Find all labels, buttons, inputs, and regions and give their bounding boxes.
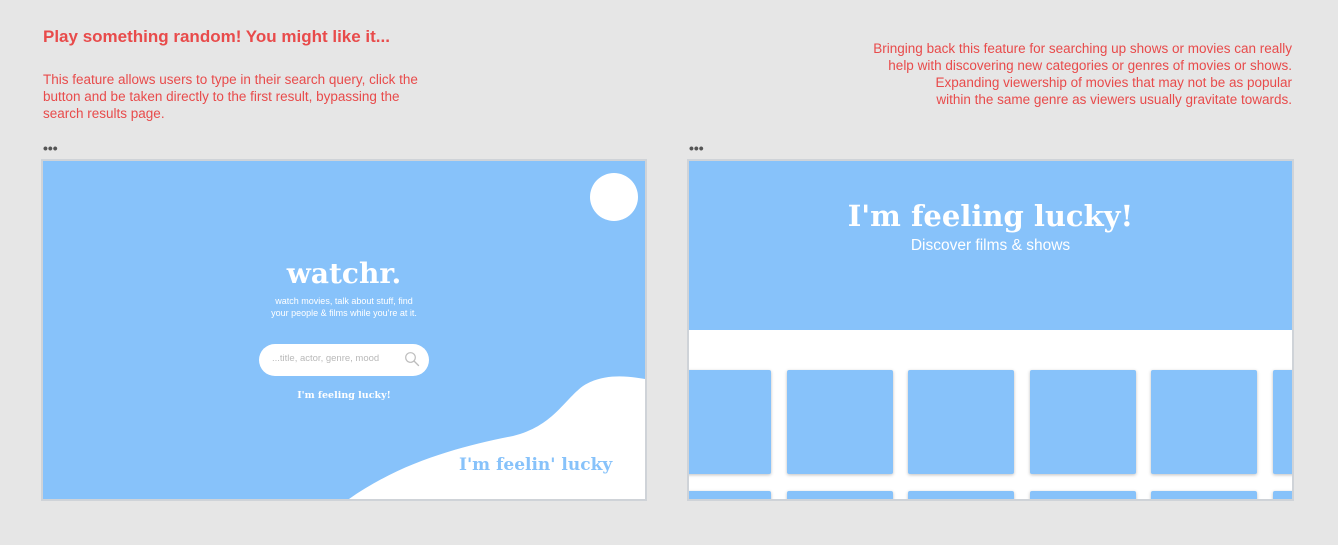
media-tile[interactable] — [908, 370, 1014, 474]
annotation-right-description: Bringing back this feature for searching… — [790, 40, 1292, 108]
media-tile[interactable] — [689, 370, 771, 474]
feeling-lucky-link[interactable]: I'm feeling lucky! — [43, 390, 645, 401]
lucky-hero-banner: I'm feeling lucky! Discover films & show… — [689, 161, 1292, 330]
annotation-line: help with discovering new categories or … — [888, 58, 1292, 73]
media-tile[interactable] — [1273, 370, 1292, 474]
app-tagline: watch movies, talk about stuff, find you… — [271, 296, 417, 318]
annotation-line: Expanding viewership of movies that may … — [935, 75, 1292, 90]
frame-menu-dots-icon[interactable]: ••• — [43, 141, 58, 155]
search-icon[interactable] — [404, 351, 420, 367]
annotation-line: within the same genre as viewers usually… — [936, 92, 1292, 107]
search-bar[interactable] — [259, 344, 429, 376]
media-tile[interactable] — [1151, 491, 1257, 499]
media-tile[interactable] — [908, 491, 1014, 499]
media-tile[interactable] — [689, 491, 771, 499]
design-board: Play something random! You might like it… — [0, 0, 1338, 545]
media-tile[interactable] — [1273, 491, 1292, 499]
search-input[interactable] — [272, 353, 400, 364]
feelin-lucky-button[interactable]: I'm feelin' lucky — [459, 455, 612, 475]
media-tile[interactable] — [787, 491, 893, 499]
home-screen-frame: watchr. watch movies, talk about stuff, … — [41, 159, 647, 501]
lucky-title: I'm feeling lucky! — [847, 199, 1134, 233]
media-tile[interactable] — [1030, 370, 1136, 474]
media-tile[interactable] — [787, 370, 893, 474]
frame-menu-dots-icon[interactable]: ••• — [689, 141, 704, 155]
wave-shape — [349, 376, 645, 499]
media-tile[interactable] — [1151, 370, 1257, 474]
app-logo: watchr. — [286, 257, 402, 290]
profile-avatar[interactable] — [590, 173, 638, 221]
annotation-line: Bringing back this feature for searching… — [873, 41, 1292, 56]
lucky-screen-frame: I'm feeling lucky! Discover films & show… — [687, 159, 1294, 501]
annotation-heading: Play something random! You might like it… — [43, 27, 390, 46]
annotation-left-description: This feature allows users to type in the… — [43, 72, 418, 121]
lucky-subtitle: Discover films & shows — [910, 237, 1071, 254]
media-tile[interactable] — [1030, 491, 1136, 499]
